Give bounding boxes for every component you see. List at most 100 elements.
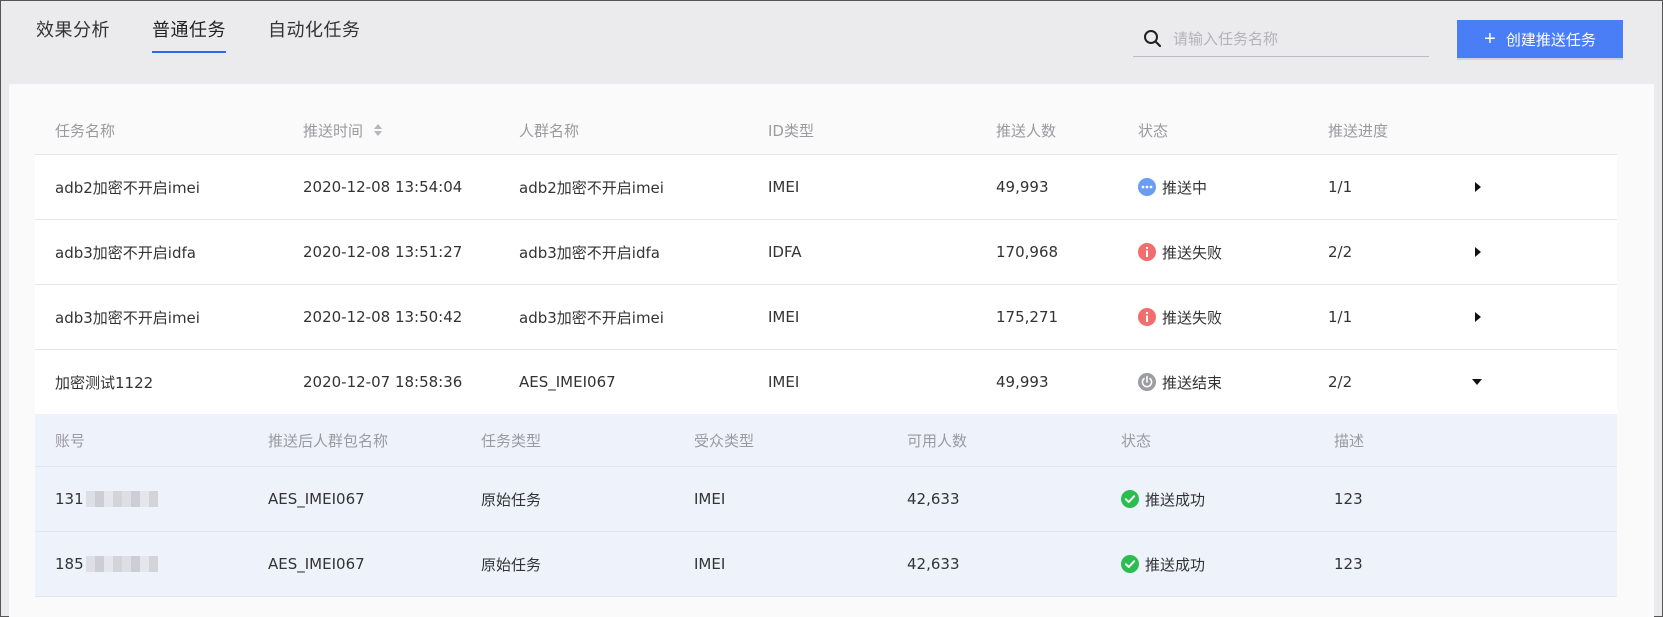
task-type: 原始任务 [481, 555, 542, 574]
error-info-icon [1138, 308, 1156, 326]
masked-account [85, 556, 158, 572]
error-info-icon [1138, 243, 1156, 261]
create-push-task-button[interactable]: + 创建推送任务 [1457, 20, 1623, 58]
push-count: 170,968 [996, 243, 1059, 261]
expand-row-button[interactable] [1473, 285, 1483, 349]
available-count: 42,633 [907, 490, 960, 508]
search-input[interactable] [1171, 29, 1425, 49]
package-name: AES_IMEI067 [268, 555, 365, 573]
header-id-type: ID类型 [768, 121, 814, 140]
caret-right-icon [1475, 312, 1481, 322]
push-time: 2020-12-08 13:50:42 [303, 308, 463, 326]
search-icon [1144, 30, 1162, 48]
description: 123 [1334, 490, 1363, 508]
caret-down-icon [1472, 379, 1482, 385]
table-row[interactable]: adb2加密不开启imei 2020-12-08 13:54:04 adb2加密… [35, 155, 1617, 220]
account: 185 [55, 532, 158, 596]
header-description: 描述 [1334, 431, 1365, 450]
tab-automation-tasks[interactable]: 自动化任务 [268, 16, 361, 53]
header-task-name: 任务名称 [55, 121, 116, 140]
table-row[interactable]: 加密测试1122 2020-12-07 18:58:36 AES_IMEI067… [35, 350, 1617, 414]
status-cell: 推送失败 [1138, 220, 1222, 284]
expand-row-button[interactable] [1473, 220, 1483, 284]
status-text: 推送失败 [1162, 243, 1223, 262]
header-audience-type: 受众类型 [694, 431, 755, 450]
header-task-type: 任务类型 [481, 431, 542, 450]
table-row[interactable]: adb3加密不开启imei 2020-12-08 13:50:42 adb3加密… [35, 285, 1617, 350]
plus-icon: + [1484, 28, 1496, 50]
sort-icon[interactable] [373, 123, 383, 137]
id-type: IMEI [768, 308, 800, 326]
status-cell: 推送中 [1138, 155, 1207, 219]
detail-status: 推送成功 [1121, 532, 1205, 596]
success-check-icon [1121, 490, 1139, 508]
task-table: 任务名称 推送时间 人群名称 ID类型 推送人数 状态 推送进度 adb2加密不… [35, 106, 1617, 597]
id-type: IDFA [768, 243, 802, 261]
expand-row-button[interactable] [1473, 155, 1483, 219]
masked-account [85, 491, 158, 507]
header-push-time-label: 推送时间 [303, 121, 364, 140]
crowd-name: adb3加密不开启imei [519, 308, 664, 327]
push-progress: 2/2 [1328, 373, 1353, 391]
task-panel: 任务名称 推送时间 人群名称 ID类型 推送人数 状态 推送进度 adb2加密不… [9, 84, 1654, 617]
detail-row: 185 AES_IMEI067 原始任务 IMEI 42,633 推送成功 12… [35, 532, 1617, 597]
power-icon [1138, 373, 1156, 391]
account: 131 [55, 467, 158, 531]
header-push-count: 推送人数 [996, 121, 1057, 140]
status-cell: 推送结束 [1138, 350, 1222, 414]
detail-status-text: 推送成功 [1145, 490, 1206, 509]
tab-bar: 效果分析 普通任务 自动化任务 [36, 16, 403, 53]
header-push-time[interactable]: 推送时间 [303, 106, 383, 154]
package-name: AES_IMEI067 [268, 490, 365, 508]
push-count: 49,993 [996, 178, 1049, 196]
header-package-name: 推送后人群包名称 [268, 431, 389, 450]
push-count: 175,271 [996, 308, 1059, 326]
tab-effect-analysis[interactable]: 效果分析 [36, 16, 110, 53]
push-progress: 1/1 [1328, 308, 1353, 326]
table-row[interactable]: adb3加密不开启idfa 2020-12-08 13:51:27 adb3加密… [35, 220, 1617, 285]
more-dots-icon [1138, 178, 1156, 196]
crowd-name: adb2加密不开启imei [519, 178, 664, 197]
crowd-name: AES_IMEI067 [519, 373, 616, 391]
detail-status: 推送成功 [1121, 467, 1205, 531]
search-box [1133, 22, 1429, 57]
header-detail-status: 状态 [1121, 431, 1152, 450]
task-name: adb3加密不开启idfa [55, 243, 196, 262]
tab-normal-tasks[interactable]: 普通任务 [152, 16, 226, 53]
header-push-progress: 推送进度 [1328, 121, 1389, 140]
account-prefix: 185 [55, 555, 84, 573]
task-type: 原始任务 [481, 490, 542, 509]
push-count: 49,993 [996, 373, 1049, 391]
header-crowd-name: 人群名称 [519, 121, 580, 140]
status-text: 推送结束 [1162, 373, 1223, 392]
task-name: adb3加密不开启imei [55, 308, 200, 327]
table-header: 任务名称 推送时间 人群名称 ID类型 推送人数 状态 推送进度 [35, 106, 1617, 155]
description: 123 [1334, 555, 1363, 573]
push-progress: 1/1 [1328, 178, 1353, 196]
audience-type: IMEI [694, 490, 726, 508]
detail-table-header: 账号 推送后人群包名称 任务类型 受众类型 可用人数 状态 描述 [35, 414, 1617, 467]
detail-status-text: 推送成功 [1145, 555, 1206, 574]
status-text: 推送失败 [1162, 308, 1223, 327]
audience-type: IMEI [694, 555, 726, 573]
detail-row: 131 AES_IMEI067 原始任务 IMEI 42,633 推送成功 12… [35, 467, 1617, 532]
id-type: IMEI [768, 178, 800, 196]
task-name: 加密测试1122 [55, 373, 154, 392]
push-time: 2020-12-08 13:54:04 [303, 178, 463, 196]
available-count: 42,633 [907, 555, 960, 573]
push-time: 2020-12-08 13:51:27 [303, 243, 463, 261]
push-progress: 2/2 [1328, 243, 1353, 261]
status-text: 推送中 [1162, 178, 1208, 197]
header-available-count: 可用人数 [907, 431, 968, 450]
account-prefix: 131 [55, 490, 84, 508]
crowd-name: adb3加密不开启idfa [519, 243, 660, 262]
collapse-row-button[interactable] [1471, 350, 1483, 414]
expanded-detail-table: 账号 推送后人群包名称 任务类型 受众类型 可用人数 状态 描述 131 AES… [35, 414, 1617, 597]
success-check-icon [1121, 555, 1139, 573]
id-type: IMEI [768, 373, 800, 391]
caret-right-icon [1475, 247, 1481, 257]
task-name: adb2加密不开启imei [55, 178, 200, 197]
push-time: 2020-12-07 18:58:36 [303, 373, 463, 391]
header-status: 状态 [1138, 121, 1169, 140]
create-push-task-label: 创建推送任务 [1505, 31, 1596, 49]
